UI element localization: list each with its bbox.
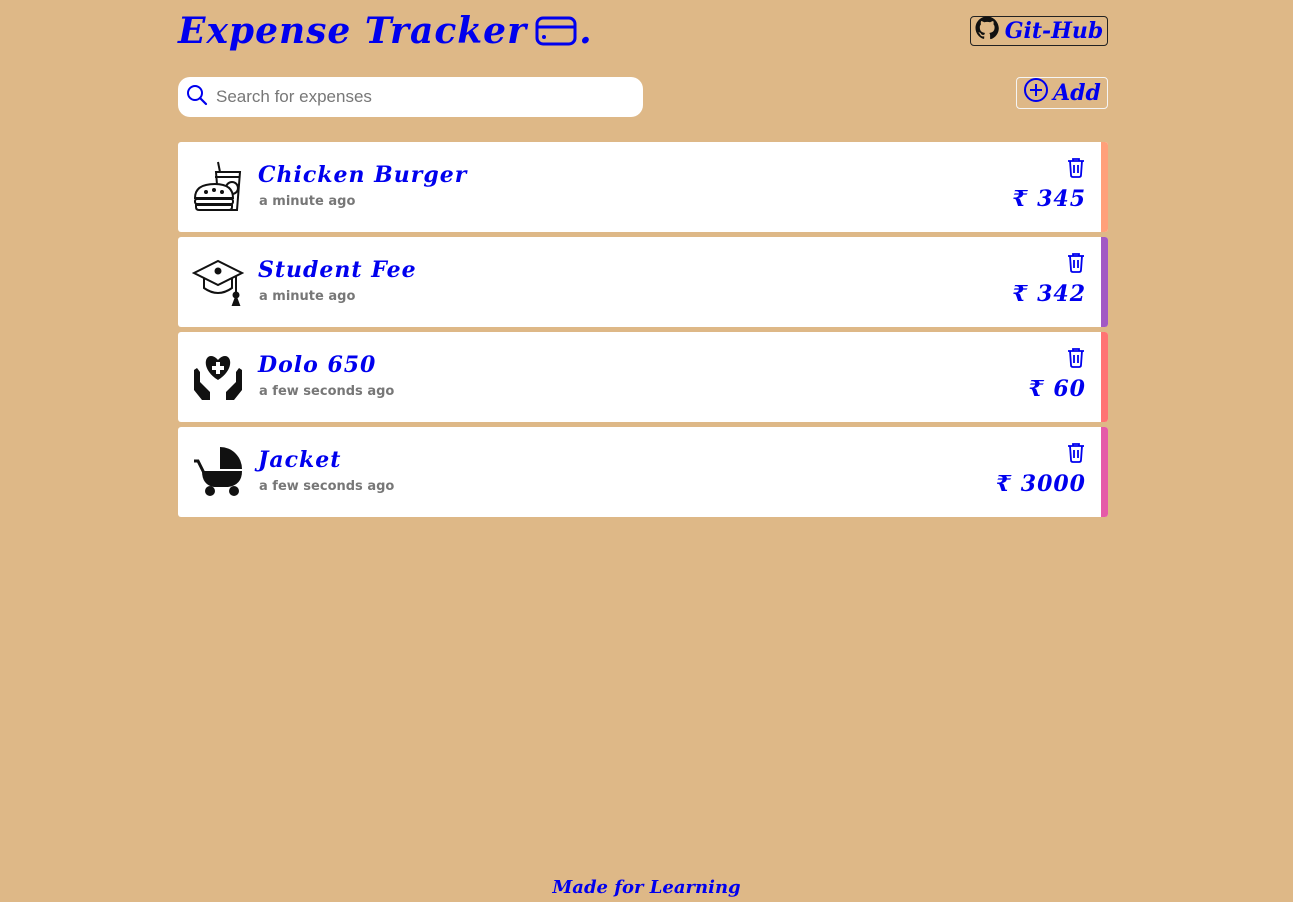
category-stripe <box>1101 427 1108 517</box>
github-button[interactable]: Git-Hub <box>970 16 1108 46</box>
toolbar: Add <box>178 62 1108 142</box>
expense-time: a minute ago <box>259 194 356 209</box>
expense-time: a few seconds ago <box>259 384 395 399</box>
expense-list: Chicken Burger a minute ago ₹ 345 Studen… <box>178 142 1108 517</box>
expense-amount: ₹ 3000 <box>995 471 1086 497</box>
search-input[interactable] <box>216 87 616 107</box>
search-box[interactable] <box>178 77 643 117</box>
category-stripe <box>1101 142 1108 232</box>
health-care-icon <box>192 350 244 402</box>
expense-time: a minute ago <box>259 289 356 304</box>
category-stripe <box>1101 237 1108 327</box>
search-icon <box>186 84 208 110</box>
category-stripe <box>1101 332 1108 422</box>
expense-card: Chicken Burger a minute ago ₹ 345 <box>178 142 1108 232</box>
expense-title: Dolo 650 <box>258 352 377 378</box>
header: Expense Tracker . Git-Hub <box>178 0 1108 62</box>
graduation-cap-icon <box>191 255 245 307</box>
expense-amount: ₹ 60 <box>1028 376 1086 402</box>
app-container: Expense Tracker . Git-Hub Search for exp… <box>178 0 1108 517</box>
trash-icon[interactable] <box>1066 156 1086 182</box>
trash-icon[interactable] <box>1066 251 1086 277</box>
expense-amount: ₹ 345 <box>1012 186 1086 212</box>
expense-time: a few seconds ago <box>259 479 395 494</box>
github-label: Git-Hub <box>1004 18 1104 44</box>
baby-stroller-icon <box>192 445 244 497</box>
app-title-text: Expense Tracker <box>178 10 528 52</box>
github-icon <box>975 16 999 46</box>
expense-amount: ₹ 342 <box>1012 281 1086 307</box>
credit-card-icon <box>535 16 577 46</box>
expense-title: Student Fee <box>258 257 417 283</box>
trash-icon[interactable] <box>1066 441 1086 467</box>
expense-card: Jacket a few seconds ago ₹ 3000 <box>178 427 1108 517</box>
app-title-suffix: . <box>579 10 593 52</box>
footer-text: Made for Learning <box>552 877 741 898</box>
expense-card: Student Fee a minute ago ₹ 342 <box>178 237 1108 327</box>
expense-title: Chicken Burger <box>258 162 468 188</box>
add-expense-button[interactable]: Add <box>1016 77 1108 109</box>
add-label: Add <box>1053 80 1101 106</box>
trash-icon[interactable] <box>1066 346 1086 372</box>
app-title: Expense Tracker . <box>178 10 593 52</box>
food-icon <box>192 160 244 212</box>
plus-circle-icon <box>1023 77 1049 109</box>
expense-title: Jacket <box>258 447 342 473</box>
expense-card: Dolo 650 a few seconds ago ₹ 60 <box>178 332 1108 422</box>
